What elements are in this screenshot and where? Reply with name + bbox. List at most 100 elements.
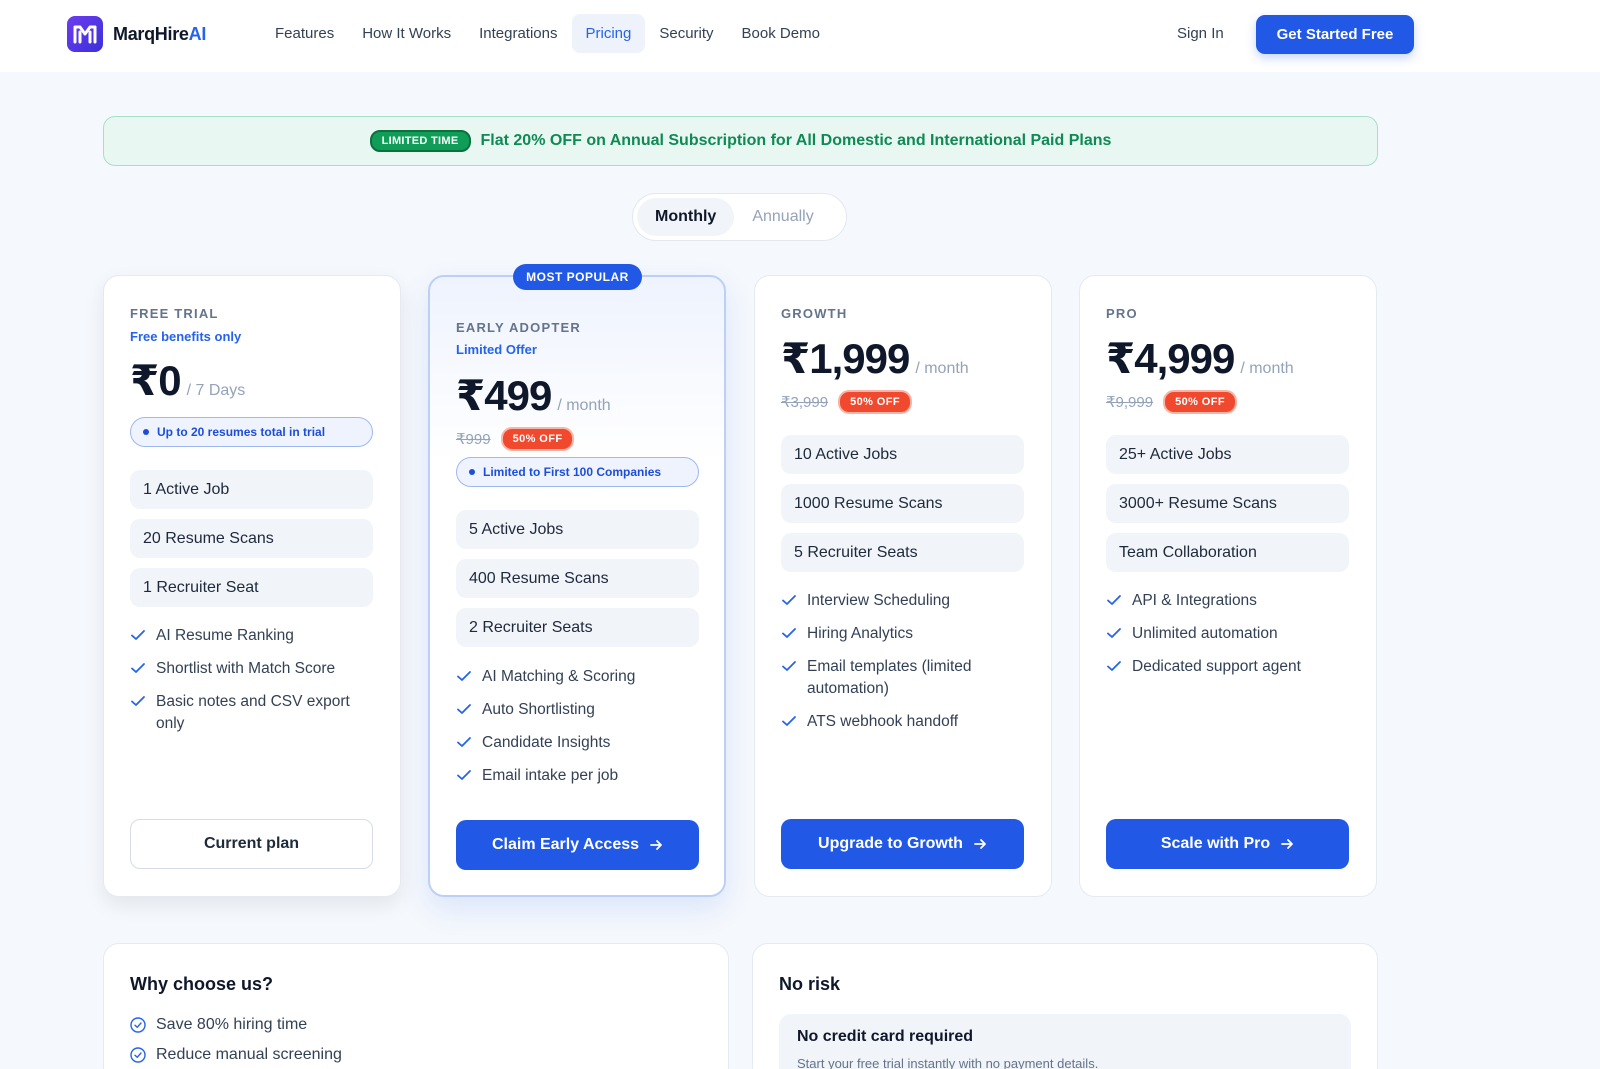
logo[interactable]: MarqHireAI (67, 16, 206, 52)
check-item: Interview Scheduling (781, 590, 1031, 612)
check-circle-icon (130, 1047, 146, 1063)
plan-note: Up to 20 resumes total in trial (130, 417, 373, 447)
check-icon (131, 696, 145, 706)
arrow-right-icon (1281, 839, 1294, 849)
feature-box: 5 Recruiter Seats (781, 533, 1024, 572)
top-nav: MarqHireAI Features How It Works Integra… (0, 0, 1600, 72)
why-list: Save 80% hiring time Reduce manual scree… (130, 1016, 342, 1069)
feature-box: 1 Recruiter Seat (130, 568, 373, 607)
plan-tier: GROWTH (781, 306, 848, 321)
discount-row: ₹999 50% OFF (456, 427, 575, 451)
plan-price-row: ₹0 / 7 Days (130, 356, 245, 405)
discount-badge: 50% OFF (1163, 390, 1237, 414)
plan-price: ₹1,999 (781, 335, 910, 382)
plan-subtitle: Limited Offer (456, 342, 537, 357)
check-icon (1107, 595, 1121, 605)
plan-card-free-trial: FREE TRIAL Free benefits only ₹0 / 7 Day… (103, 275, 401, 897)
billing-toggle: Monthly Annually (632, 193, 847, 241)
check-icon (782, 628, 796, 638)
limited-time-badge: LIMITED TIME (369, 130, 471, 152)
why-title: Why choose us? (130, 974, 274, 994)
arrow-right-icon (650, 840, 662, 850)
discount-row: ₹9,999 50% OFF (1106, 390, 1237, 414)
check-item: Email intake per job (456, 765, 706, 787)
bullet-dot (143, 429, 149, 435)
feature-box: 10 Active Jobs (781, 435, 1024, 474)
plan-subtitle: Free benefits only (130, 329, 242, 344)
get-started-button[interactable]: Get Started Free (1256, 15, 1414, 54)
no-credit-card-box: No credit card required Start your free … (779, 1014, 1351, 1069)
check-list: Interview Scheduling Hiring Analytics Em… (781, 590, 1031, 744)
plan-card-pro: PRO ₹4,999 / month ₹9,999 50% OFF 25+ Ac… (1079, 275, 1377, 897)
bullet-dot (469, 469, 475, 475)
check-icon (457, 671, 471, 681)
promo-banner: LIMITED TIME Flat 20% OFF on Annual Subs… (103, 116, 1378, 166)
feature-box: 1000 Resume Scans (781, 484, 1024, 523)
logo-text: MarqHireAI (113, 23, 207, 44)
check-item: ATS webhook handoff (781, 711, 1031, 733)
feature-box: 2 Recruiter Seats (456, 608, 699, 647)
plan-tier: PRO (1106, 306, 1138, 321)
check-icon (782, 661, 796, 671)
check-list: AI Matching & Scoring Auto Shortlisting … (456, 666, 706, 798)
feature-box: Team Collaboration (1106, 533, 1349, 572)
plan-price: ₹499 (456, 372, 552, 419)
original-price: ₹9,999 (1106, 394, 1154, 411)
check-icon (131, 630, 145, 640)
toggle-monthly[interactable]: Monthly (637, 198, 735, 236)
check-item: Auto Shortlisting (456, 699, 706, 721)
arrow-right-icon (974, 839, 986, 849)
check-icon (782, 595, 796, 605)
claim-early-access-button[interactable]: Claim Early Access (456, 820, 699, 870)
sign-in-link[interactable]: Sign In (1177, 25, 1224, 42)
plan-period: / month (1240, 360, 1294, 377)
toggle-annually[interactable]: Annually (734, 198, 831, 236)
nav-link-pricing[interactable]: Pricing (571, 14, 646, 53)
no-credit-card-desc: Start your free trial instantly with no … (797, 1056, 1099, 1069)
logo-icon (67, 16, 103, 52)
check-item: Unlimited automation (1106, 623, 1356, 645)
feature-box: 25+ Active Jobs (1106, 435, 1349, 474)
check-icon (131, 663, 145, 673)
upgrade-to-growth-button[interactable]: Upgrade to Growth (781, 819, 1024, 869)
scale-with-pro-button[interactable]: Scale with Pro (1106, 819, 1349, 869)
plan-period: / 7 Days (186, 382, 246, 399)
check-icon (457, 737, 471, 747)
check-item: Email templates (limited automation) (781, 656, 1031, 700)
plan-price-row: ₹1,999 / month (781, 334, 969, 383)
check-item: Candidate Insights (456, 732, 706, 754)
nav-link-integrations[interactable]: Integrations (465, 14, 571, 53)
plan-tier: FREE TRIAL (130, 306, 219, 321)
check-item: AI Resume Ranking (130, 625, 380, 647)
nav-link-security[interactable]: Security (645, 14, 727, 53)
nav-link-book-demo[interactable]: Book Demo (728, 14, 834, 53)
check-icon (1107, 661, 1121, 671)
nav-link-features[interactable]: Features (261, 14, 348, 53)
plan-period: / month (557, 397, 611, 414)
check-item: Dedicated support agent (1106, 656, 1356, 678)
plan-period: / month (915, 360, 969, 377)
check-icon (1107, 628, 1121, 638)
plan-tier: EARLY ADOPTER (456, 320, 581, 335)
why-item: Reduce manual screening (130, 1046, 342, 1064)
plan-note: Limited to First 100 Companies (456, 457, 699, 487)
nav-link-how-it-works[interactable]: How It Works (348, 14, 465, 53)
check-item: AI Matching & Scoring (456, 666, 706, 688)
check-item: Hiring Analytics (781, 623, 1031, 645)
current-plan-button[interactable]: Current plan (130, 819, 373, 869)
original-price: ₹3,999 (781, 394, 829, 411)
original-price: ₹999 (456, 431, 491, 448)
feature-box: 5 Active Jobs (456, 510, 699, 549)
plan-price-row: ₹499 / month (456, 371, 611, 420)
most-popular-badge: MOST POPULAR (513, 264, 642, 290)
discount-badge: 50% OFF (500, 427, 575, 451)
plan-card-early-adopter: EARLY ADOPTER Limited Offer ₹499 / month… (428, 275, 726, 897)
check-icon (782, 716, 796, 726)
check-circle-icon (130, 1017, 146, 1033)
check-list: AI Resume Ranking Shortlist with Match S… (130, 625, 380, 746)
promo-text: Flat 20% OFF on Annual Subscription for … (480, 132, 1112, 149)
check-icon (457, 770, 471, 780)
feature-box: 20 Resume Scans (130, 519, 373, 558)
no-risk-title: No risk (779, 974, 841, 994)
plan-price: ₹0 (130, 357, 182, 404)
